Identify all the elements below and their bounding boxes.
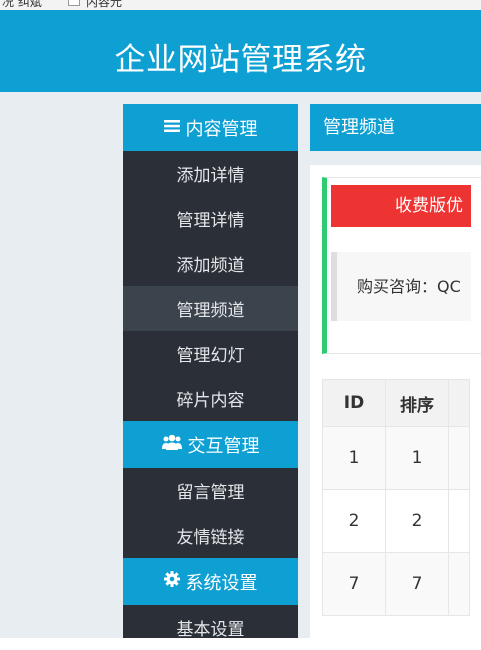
sidebar-group-content[interactable]: 内容管理	[123, 104, 298, 151]
sidebar-group-label: 交互管理	[187, 435, 260, 457]
content-panel: 收费版优 购买咨询：QC ID 排序 1 1 2 2 7 7	[310, 165, 481, 638]
cell-cut	[448, 552, 470, 616]
cell-cut	[448, 489, 470, 553]
site-header: 企业网站管理系统	[0, 10, 481, 92]
sidebar-item-manage-slides[interactable]: 管理幻灯	[123, 331, 298, 376]
sidebar-group-interact[interactable]: 交互管理	[123, 421, 298, 468]
cell-cut	[448, 426, 470, 490]
bookmark-text-2[interactable]: 内容元	[86, 0, 122, 10]
sidebar-item-manage-channel[interactable]: 管理频道	[123, 286, 298, 331]
channel-table: ID 排序 1 1 2 2 7 7	[322, 379, 470, 616]
cell-order: 7	[385, 552, 449, 616]
sidebar-item-add-channel[interactable]: 添加频道	[123, 241, 298, 286]
bookmark-checkbox[interactable]	[68, 0, 80, 6]
sidebar-item-manage-detail[interactable]: 管理详情	[123, 196, 298, 241]
browser-bookmark-strip: 况 纠斌 内容元	[0, 0, 481, 10]
gear-icon	[163, 571, 180, 592]
column-header-order[interactable]: 排序	[385, 379, 449, 427]
bookmark-text[interactable]: 况 纠斌	[2, 0, 42, 10]
column-header-cut	[448, 379, 470, 427]
table-row: 7 7	[322, 552, 470, 616]
site-title: 企业网站管理系统	[114, 42, 367, 78]
menu-bars-icon	[163, 117, 180, 138]
sidebar: 内容管理 添加详情 管理详情 添加频道 管理频道 管理幻灯 碎片内容 交互管理 …	[123, 104, 298, 640]
cell-id: 1	[322, 426, 386, 490]
promo-banner[interactable]: 收费版优	[331, 185, 471, 227]
main-content: 管理频道 收费版优 购买咨询：QC ID 排序 1 1 2 2 7 7	[310, 104, 481, 638]
cell-order: 1	[385, 426, 449, 490]
sidebar-item-add-detail[interactable]: 添加详情	[123, 151, 298, 196]
sidebar-item-basic-settings[interactable]: 基本设置	[123, 605, 298, 650]
cell-id: 2	[322, 489, 386, 553]
table-header-row: ID 排序	[322, 379, 470, 427]
sidebar-item-messages[interactable]: 留言管理	[123, 468, 298, 513]
sidebar-group-system[interactable]: 系统设置	[123, 558, 298, 605]
contact-info: 购买咨询：QC	[331, 252, 471, 321]
page-title: 管理频道	[310, 104, 481, 151]
users-icon	[161, 434, 182, 455]
table-row: 1 1	[322, 426, 470, 490]
cell-order: 2	[385, 489, 449, 553]
sidebar-item-links[interactable]: 友情链接	[123, 513, 298, 558]
sidebar-group-label: 内容管理	[185, 118, 258, 140]
cell-id: 7	[322, 552, 386, 616]
column-header-id[interactable]: ID	[322, 379, 386, 427]
sidebar-group-label: 系统设置	[185, 572, 258, 594]
sidebar-item-fragments[interactable]: 碎片内容	[123, 376, 298, 421]
table-row: 2 2	[322, 489, 470, 553]
